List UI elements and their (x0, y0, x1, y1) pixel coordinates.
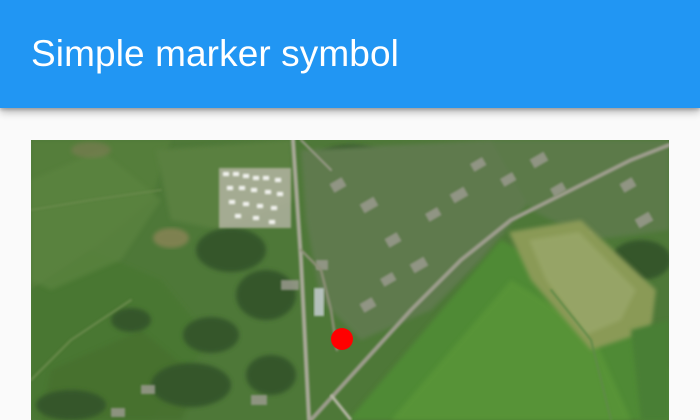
satellite-imagery (31, 140, 669, 420)
app-title: Simple marker symbol (31, 33, 399, 74)
map-view[interactable] (31, 140, 669, 420)
red-circle-marker-icon[interactable] (331, 328, 353, 350)
app-bar: Simple marker symbol (0, 0, 700, 108)
